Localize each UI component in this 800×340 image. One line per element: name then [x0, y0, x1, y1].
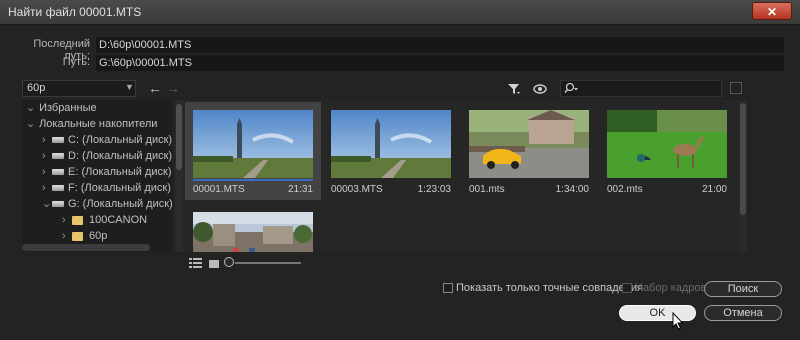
filter-icon[interactable]	[507, 83, 521, 98]
folder-icon	[72, 231, 83, 241]
video-thumbnail	[469, 110, 589, 178]
file-duration: 21:31	[287, 184, 313, 195]
exact-match-checkbox[interactable]	[443, 283, 453, 293]
drive-icon	[52, 137, 64, 144]
video-thumbnail	[331, 110, 451, 178]
file-name: 002.mts	[607, 184, 643, 195]
tree-item-label: 60p	[89, 230, 108, 242]
tree-item[interactable]: › F: (Локальный диск)	[22, 180, 172, 196]
path-field: G:\60p\00001.MTS	[96, 55, 784, 71]
zoom-slider-track[interactable]	[235, 262, 301, 264]
list-view-icon[interactable]	[189, 258, 202, 271]
search-icon	[564, 82, 580, 97]
tree-item-label: G: (Локальный диск)	[68, 198, 172, 210]
video-thumbnail	[193, 212, 313, 252]
clear-icon[interactable]	[730, 82, 742, 94]
tree-item[interactable]: › 60p	[22, 228, 172, 244]
chevron-right-icon[interactable]: ›	[62, 228, 72, 244]
file-duration: 1:23:03	[417, 184, 451, 195]
tree-item-label: 100CANON	[89, 214, 148, 226]
forward-arrow-icon[interactable]: →	[166, 80, 180, 96]
file-duration: 1:34:00	[555, 184, 589, 195]
video-thumbnail	[193, 110, 313, 178]
file-thumbnail-item[interactable]: 00001.MTS 21:31	[185, 102, 321, 200]
file-grid: 00001.MTS 21:31 00003.MTS 1:23:03 001.mts 1:3…	[183, 100, 739, 252]
cancel-button[interactable]: Отмена	[704, 305, 782, 321]
drive-icon	[52, 185, 64, 192]
tree-item[interactable]: › 100CANON	[22, 212, 172, 228]
tree-item[interactable]: › D: (Локальный диск)	[22, 148, 172, 164]
tree-scroll-thumb[interactable]	[176, 104, 182, 170]
chevron-right-icon[interactable]: ›	[62, 212, 72, 228]
file-duration: 21:00	[701, 184, 727, 195]
chevron-right-icon[interactable]: ›	[42, 164, 52, 180]
video-thumbnail	[607, 110, 727, 178]
back-arrow-icon[interactable]: ←	[148, 80, 162, 96]
mouse-cursor-icon	[672, 311, 684, 333]
ok-button[interactable]: OK	[619, 305, 696, 321]
chevron-down-icon[interactable]: ⌄	[26, 100, 36, 116]
eye-icon[interactable]	[533, 84, 549, 97]
file-thumbnail-item[interactable]	[185, 204, 321, 252]
window-title: Найти файл 00001.MTS	[8, 5, 142, 19]
tree-item-label: C: (Локальный диск)	[68, 134, 172, 146]
drive-icon	[52, 153, 64, 160]
zoom-slider-handle[interactable]	[224, 257, 234, 267]
path-label: Путь:	[62, 56, 90, 68]
chevron-down-icon: ▼	[125, 82, 134, 92]
chevron-right-icon[interactable]: ›	[42, 148, 52, 164]
playback-progress-bar	[193, 179, 313, 181]
tree-item[interactable]: ⌄ Локальные накопители	[22, 116, 172, 132]
tree-item[interactable]: › C: (Локальный диск)	[22, 132, 172, 148]
tree-item-label: Локальные накопители	[39, 118, 158, 130]
tree-item[interactable]: ⌄ G: (Локальный диск)	[22, 196, 172, 212]
search-input[interactable]	[560, 80, 722, 97]
frame-set-checkbox[interactable]	[622, 283, 632, 293]
last-path-field: D:\60p\00001.MTS	[96, 37, 784, 53]
chevron-down-icon[interactable]: ⌄	[42, 196, 52, 212]
tree-horizontal-scrollbar[interactable]	[22, 244, 150, 251]
file-name: 00001.MTS	[193, 184, 245, 195]
tree-item-label: Избранные	[39, 102, 97, 114]
chevron-down-icon[interactable]: ⌄	[26, 116, 36, 132]
chevron-right-icon[interactable]: ›	[42, 180, 52, 196]
close-button[interactable]: ✕	[752, 2, 792, 20]
location-dropdown[interactable]: 60p	[22, 80, 136, 97]
file-thumbnail-item[interactable]: 00003.MTS 1:23:03	[323, 102, 459, 200]
tree-item[interactable]: ⌄ Избранные	[22, 100, 172, 116]
tree-item-label: F: (Локальный диск)	[68, 182, 171, 194]
grid-scroll-thumb[interactable]	[740, 103, 746, 215]
file-thumbnail-item[interactable]: 001.mts 1:34:00	[461, 102, 597, 200]
tree-item[interactable]: › E: (Локальный диск)	[22, 164, 172, 180]
tree-item-label: D: (Локальный диск)	[68, 150, 172, 162]
search-button[interactable]: Поиск	[704, 281, 782, 297]
frame-set-label: Набор кадров	[635, 282, 707, 294]
file-name: 001.mts	[469, 184, 505, 195]
thumbnail-view-icon[interactable]	[209, 259, 219, 271]
file-thumbnail-item[interactable]: 002.mts 21:00	[599, 102, 735, 200]
folder-icon	[72, 215, 83, 225]
drive-icon	[52, 169, 64, 176]
drive-icon	[52, 201, 64, 208]
exact-match-label[interactable]: Показать только точные совпадения	[456, 282, 643, 294]
file-name: 00003.MTS	[331, 184, 383, 195]
tree-item-label: E: (Локальный диск)	[68, 166, 172, 178]
chevron-right-icon[interactable]: ›	[42, 132, 52, 148]
folder-tree: ⌄ Избранные ⌄ Локальные накопители › C: (Ло…	[22, 100, 172, 252]
